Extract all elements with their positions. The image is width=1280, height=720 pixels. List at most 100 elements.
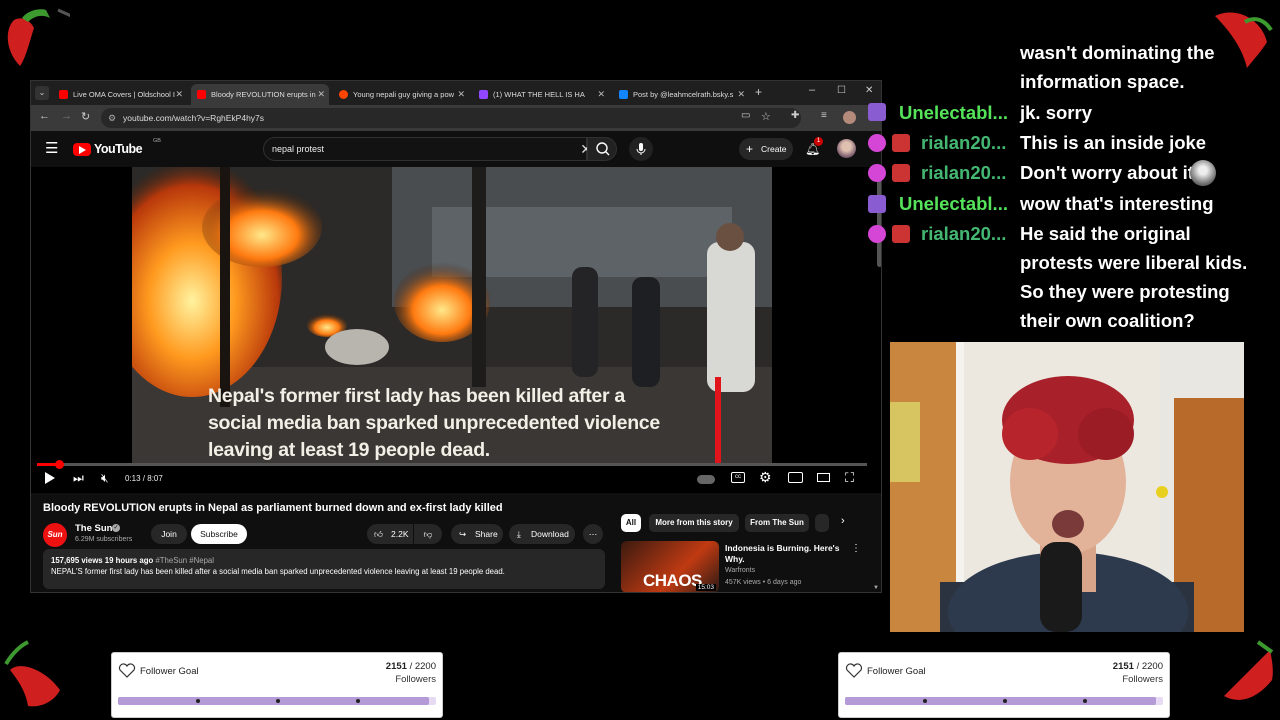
tab-bar: ⌄ Live OMA Covers | Oldschool I ✕ Bloody… xyxy=(31,81,881,105)
forward-icon[interactable]: → xyxy=(61,110,72,122)
close-tab-icon[interactable]: ✕ xyxy=(737,84,745,105)
heart-badge-icon xyxy=(868,225,886,243)
chat-username[interactable]: rialan20... xyxy=(921,162,1006,184)
video-caption-overlay: Nepal's former first lady has been kille… xyxy=(208,385,660,461)
channel-name[interactable]: The Sun xyxy=(75,523,112,534)
chat-message-text: wow that's interesting xyxy=(1020,193,1214,214)
goal-progress-fill xyxy=(845,697,1156,705)
twitch-favicon-icon xyxy=(479,90,488,99)
goal-milestone-marker xyxy=(276,699,280,703)
create-button[interactable]: + Create xyxy=(739,138,793,160)
goal-milestone-marker xyxy=(1003,699,1007,703)
close-tab-icon[interactable]: ✕ xyxy=(317,84,325,105)
recommendation-title[interactable]: Indonesia is Burning. Here's Why. xyxy=(725,543,839,565)
play-icon[interactable] xyxy=(45,472,55,484)
tab-1[interactable]: Bloody REVOLUTION erupts in ✕ xyxy=(191,84,329,105)
close-tab-icon[interactable]: ✕ xyxy=(597,84,605,105)
goal-milestone-marker xyxy=(923,699,927,703)
microphone-icon xyxy=(636,143,646,155)
tab-0[interactable]: Live OMA Covers | Oldschool I ✕ xyxy=(53,84,187,105)
mute-icon[interactable]: 🔇︎ xyxy=(101,471,109,486)
account-avatar[interactable] xyxy=(837,139,856,158)
chat-message-text: He said the original xyxy=(1020,223,1191,244)
description-box[interactable]: 157,695 views 19 hours ago #TheSun #Nepa… xyxy=(43,549,605,589)
tab-2[interactable]: Young nepali guy giving a pow ✕ xyxy=(333,84,469,105)
close-window-icon[interactable]: ✕ xyxy=(865,85,873,96)
tab-4[interactable]: Post by @leahmcelrath.bsky.s ✕ xyxy=(613,84,749,105)
media-controls-icon[interactable]: ≡ xyxy=(821,110,827,121)
minimize-icon[interactable]: – xyxy=(809,84,815,96)
site-info-icon[interactable]: ⚙ xyxy=(108,108,116,128)
recommendation-thumbnail[interactable]: CHAOS 15:03 xyxy=(621,541,719,592)
notifications-button[interactable]: 🔔︎ 1 xyxy=(805,137,823,156)
url-bar[interactable]: ⚙ youtube.com/watch?v=RghEkP4hy7s xyxy=(101,108,801,128)
youtube-favicon-icon xyxy=(197,90,206,99)
chip-more-from-story[interactable]: More from this story xyxy=(649,514,739,532)
subscriber-count: 6.29M subscribers xyxy=(75,536,133,543)
chat-username[interactable]: Unelectabl... xyxy=(899,102,1008,124)
emote-icon xyxy=(1190,160,1216,186)
search-icon xyxy=(596,142,610,156)
verified-icon: ✓ xyxy=(112,524,120,532)
chat-message-text: This is an inside joke xyxy=(1020,132,1207,153)
chat-username[interactable]: rialan20... xyxy=(921,223,1006,245)
cast-icon[interactable]: ▭ xyxy=(741,110,750,121)
tab-3[interactable]: (1) WHAT THE HELL IS HA ✕ xyxy=(473,84,609,105)
reload-icon[interactable]: ↻ xyxy=(81,110,90,123)
tab-search-icon[interactable]: ⌄ xyxy=(35,86,49,100)
chili-pepper-icon xyxy=(4,640,60,707)
search-button[interactable] xyxy=(587,137,617,161)
channel-avatar[interactable]: Sun xyxy=(43,523,67,547)
subscribe-button[interactable]: Subscribe xyxy=(191,524,247,544)
chat-message-text: wasn't dominating the xyxy=(1020,42,1215,63)
recommendation-meta: 457K views • 6 days ago xyxy=(725,579,802,586)
chevron-right-icon[interactable]: › xyxy=(841,515,845,527)
download-button[interactable]: ⤓ Download xyxy=(509,524,575,544)
chip-from-the-sun[interactable]: From The Sun xyxy=(745,514,809,532)
miniplayer-icon[interactable] xyxy=(788,472,803,483)
extensions-icon[interactable]: ✚ xyxy=(791,110,799,121)
bookmark-star-icon[interactable]: ☆ xyxy=(761,110,771,123)
settings-gear-icon[interactable]: ⚙ xyxy=(759,469,772,486)
share-button[interactable]: ↪ Share xyxy=(451,524,503,544)
theater-mode-icon[interactable] xyxy=(817,473,830,482)
goal-milestone-marker xyxy=(196,699,200,703)
fullscreen-icon[interactable]: ⛶ xyxy=(845,470,854,486)
video-frame[interactable]: Nepal's former first lady has been kille… xyxy=(132,167,772,463)
chat-username[interactable]: Unelectabl... xyxy=(899,193,1008,215)
heart-outline-icon xyxy=(118,663,136,678)
video-details: Bloody REVOLUTION erupts in Nepal as par… xyxy=(31,493,881,592)
more-actions-button[interactable]: ⋯ xyxy=(583,524,603,544)
next-video-icon[interactable]: ⏭︎ xyxy=(73,471,84,486)
seek-bar[interactable] xyxy=(37,460,867,469)
back-icon[interactable]: ← xyxy=(39,110,50,122)
autoplay-toggle[interactable] xyxy=(697,475,715,484)
maximize-icon[interactable]: ☐ xyxy=(837,85,846,96)
chip-overflow[interactable] xyxy=(815,514,829,532)
close-tab-icon[interactable]: ✕ xyxy=(457,84,465,105)
close-tab-icon[interactable]: ✕ xyxy=(175,84,183,105)
more-vertical-icon[interactable]: ⋮ xyxy=(851,543,861,554)
video-player[interactable]: Nepal's former first lady has been kille… xyxy=(31,167,881,493)
page-scrollbar[interactable] xyxy=(877,167,881,267)
profile-avatar[interactable] xyxy=(843,111,856,124)
chat-username[interactable]: rialan20... xyxy=(921,132,1006,154)
join-button[interactable]: Join xyxy=(151,524,187,544)
youtube-play-triangle-icon xyxy=(79,146,86,154)
webcam-feed xyxy=(890,342,1244,632)
recommendation-channel[interactable]: Warfronts xyxy=(725,567,755,574)
chat-message-text: jk. sorry xyxy=(1020,102,1092,123)
plus-icon: + xyxy=(746,142,754,156)
hamburger-menu-icon[interactable]: ☰ xyxy=(45,139,58,157)
dislike-button[interactable]: 👎︎ xyxy=(414,524,442,544)
scroll-down-arrow[interactable]: ▼ xyxy=(873,585,879,591)
like-button[interactable]: 👍︎ 2.2K xyxy=(367,524,413,544)
reddit-favicon-icon xyxy=(339,90,348,99)
new-tab-icon[interactable]: + xyxy=(755,85,762,99)
captions-icon[interactable]: cc xyxy=(731,472,745,483)
voice-search-button[interactable] xyxy=(629,137,653,161)
chip-all[interactable]: All xyxy=(621,514,641,532)
webcam-person-image xyxy=(890,342,1244,632)
goal-progress-fill xyxy=(118,697,429,705)
search-input[interactable]: nepal protest ✕ xyxy=(263,137,592,161)
